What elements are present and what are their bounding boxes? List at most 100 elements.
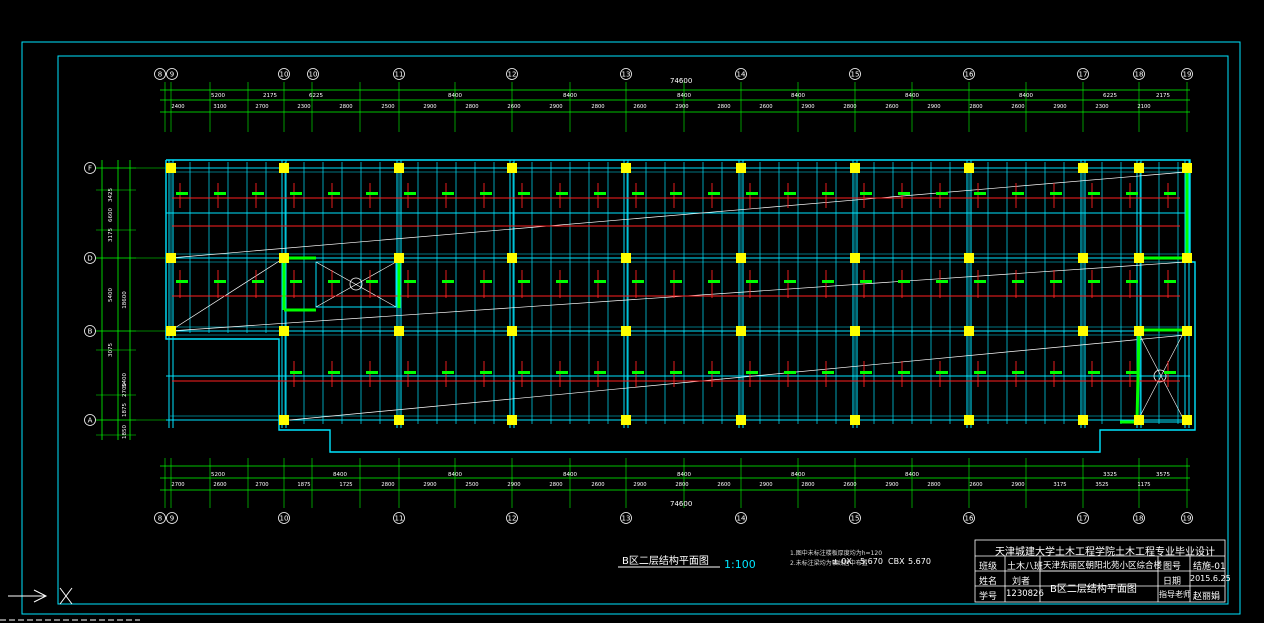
beam-label-mark — [442, 192, 454, 195]
beam-label-mark — [1012, 192, 1024, 195]
column — [1182, 415, 1192, 425]
axis-bubble-left: D — [84, 252, 96, 264]
beam-label-mark — [290, 280, 302, 283]
bottom-dimension-row1: 8400 — [563, 472, 577, 478]
beam-label-mark — [784, 371, 796, 374]
svg-text:10: 10 — [280, 71, 289, 79]
beam-label-mark — [670, 371, 682, 374]
column — [394, 253, 404, 263]
beam-label-mark — [1164, 192, 1176, 195]
axis-bubble-bottom: 18 — [1133, 512, 1145, 524]
beam-label-mark — [366, 280, 378, 283]
column — [736, 253, 746, 263]
axis-bubble-top: 11 — [393, 68, 405, 80]
beam-label-mark — [1050, 371, 1062, 374]
beam-label-mark — [708, 371, 720, 374]
beam-label-mark — [1126, 371, 1138, 374]
top-dimension-row2: 2600 — [885, 104, 898, 110]
top-dimension-row2: 2300 — [1095, 104, 1108, 110]
beam-label-mark — [518, 371, 530, 374]
column — [964, 415, 974, 425]
top-dimension-row1: 6225 — [309, 93, 323, 99]
axis-bubble-bottom: 11 — [393, 512, 405, 524]
top-dimension-row2: 2800 — [465, 104, 478, 110]
beam-label-mark — [936, 280, 948, 283]
top-dimension-row1: 5200 — [211, 93, 225, 99]
bottom-dimension-row2: 2800 — [549, 482, 562, 488]
note-mark: ± 0X — [832, 557, 852, 566]
left-dimension: 5400 — [122, 373, 128, 387]
beam-label-mark — [1088, 371, 1100, 374]
axis-bubble-left: B — [84, 325, 96, 337]
beam-label-mark — [1164, 371, 1176, 374]
beam-label-mark — [214, 280, 226, 283]
svg-text:11: 11 — [395, 515, 404, 523]
beam-label-mark — [670, 280, 682, 283]
beam-label-mark — [518, 192, 530, 195]
beam-label-mark — [480, 192, 492, 195]
beam-label-mark — [974, 371, 986, 374]
beam-label-mark — [518, 280, 530, 283]
column — [394, 326, 404, 336]
note-line-2: 2.未标注梁均为轴线居中布置 — [790, 560, 868, 567]
beam-label-mark — [1050, 192, 1062, 195]
beam-label-mark — [746, 371, 758, 374]
beam-label-mark — [1012, 371, 1024, 374]
column — [1078, 326, 1088, 336]
top-dimension-row2: 2400 — [171, 104, 184, 110]
beam-label-mark — [822, 280, 834, 283]
beam-label-mark — [176, 192, 188, 195]
axis-bubble-left: A — [84, 414, 96, 426]
axis-bubble-top: 18 — [1133, 68, 1145, 80]
slab-diagonal — [169, 171, 1187, 259]
top-dimension-row2: 2700 — [255, 104, 268, 110]
axis-bubble-top: 12 — [506, 68, 518, 80]
top-dimension-row2: 2900 — [675, 104, 688, 110]
title-block-student-no: 1230826 — [1006, 589, 1044, 599]
axis-bubble-top: 17 — [1077, 68, 1089, 80]
bottom-dimension-row1: 8400 — [677, 472, 691, 478]
bottom-dimension-row2: 2900 — [759, 482, 772, 488]
beam-label-mark — [594, 192, 606, 195]
bottom-dimension-row2: 2900 — [1011, 482, 1024, 488]
left-dimension: 1875 — [122, 403, 128, 417]
bottom-dimension-row1: 8400 — [791, 472, 805, 478]
svg-text:19: 19 — [1183, 515, 1192, 523]
column — [1182, 253, 1192, 263]
bottom-dimension-row2: 3175 — [1053, 482, 1066, 488]
title-block-drawing-no: 结施-01 — [1193, 562, 1226, 572]
stair-marker-1 — [349, 277, 363, 291]
svg-text:10: 10 — [309, 71, 318, 79]
beam-label-mark — [784, 280, 796, 283]
bottom-dimension-row2: 2600 — [213, 482, 226, 488]
bottom-dimension-row1: 8400 — [333, 472, 347, 478]
top-dimension-row1: 2175 — [263, 93, 277, 99]
bottom-dimension-row2: 2600 — [717, 482, 730, 488]
bottom-dimension-row2: 2500 — [465, 482, 478, 488]
axis-bubble-top: 10 — [278, 68, 290, 80]
beam-label-mark — [898, 371, 910, 374]
beam-label-mark — [404, 280, 416, 283]
beam-label-mark — [556, 192, 568, 195]
top-dimension-row2: 2300 — [297, 104, 310, 110]
left-dimension: 6600 — [108, 208, 114, 222]
svg-text:10: 10 — [280, 515, 289, 523]
bottom-dimension-row1: 8400 — [448, 472, 462, 478]
column — [1078, 415, 1088, 425]
beam-label-mark — [328, 280, 340, 283]
top-dimension-row2: 2800 — [591, 104, 604, 110]
column — [621, 163, 631, 173]
svg-text:19: 19 — [1183, 71, 1192, 79]
axis-bubble-bottom: 19 — [1181, 512, 1193, 524]
top-dimension-row2: 2600 — [759, 104, 772, 110]
cad-drawing-canvas[interactable]: 8 9 10 10 11 12 13 14 15 16 17 18 198 9 10 11 12 13 14 15 16… — [0, 0, 1264, 623]
top-dimension-row1: 8400 — [563, 93, 577, 99]
top-dimension-row2: 2900 — [927, 104, 940, 110]
axis-bubble-top: 15 — [849, 68, 861, 80]
svg-text:F: F — [88, 165, 92, 173]
bottom-dimension-row2: 2800 — [675, 482, 688, 488]
column — [850, 253, 860, 263]
left-dimension: 3175 — [108, 228, 114, 242]
bottom-dimension-row2: 3525 — [1095, 482, 1108, 488]
left-dimension: 18600 — [122, 291, 128, 309]
